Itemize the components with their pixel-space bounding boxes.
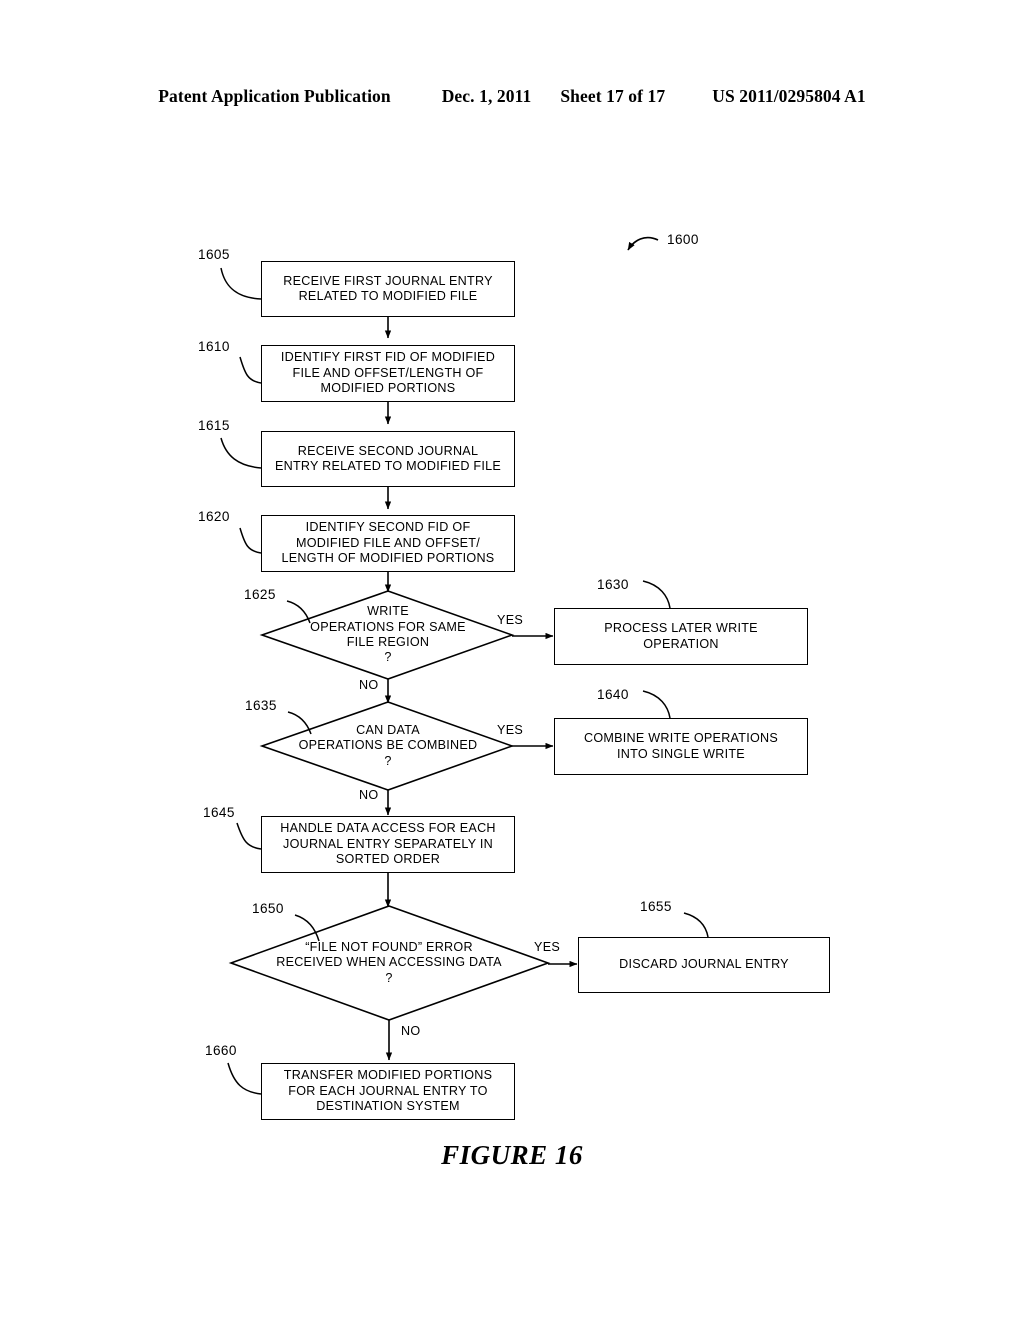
ref-numeral-1660: 1660: [205, 1043, 237, 1058]
process-box-1645[interactable]: HANDLE DATA ACCESS FOR EACH JOURNAL ENTR…: [261, 816, 515, 873]
leadline-1630: [642, 580, 671, 609]
process-box-1615-label: RECEIVE SECOND JOURNAL ENTRY RELATED TO …: [274, 443, 502, 473]
figure-caption: FIGURE 16: [441, 1140, 583, 1170]
leadline-1600-arrow: [627, 236, 659, 251]
ref-numeral-1600: 1600: [667, 232, 699, 247]
leadline-1640: [642, 690, 671, 719]
leadline-1610: [239, 356, 262, 384]
leadline-1645: [236, 822, 262, 850]
edge-label-no-1650: NO: [401, 1024, 421, 1038]
edge-label-yes-1650: YES: [534, 940, 561, 954]
leadline-1655: [683, 912, 709, 938]
process-box-1610[interactable]: IDENTIFY FIRST FID OF MODIFIED FILE AND …: [261, 345, 515, 402]
process-box-1640[interactable]: COMBINE WRITE OPERATIONS INTO SINGLE WRI…: [554, 718, 808, 775]
flowchart-connectors-layer: [220, 236, 709, 1095]
process-box-1620[interactable]: IDENTIFY SECOND FID OF MODIFIED FILE AND…: [261, 515, 515, 572]
ref-numeral-1655: 1655: [640, 899, 672, 914]
process-box-1630[interactable]: PROCESS LATER WRITE OPERATION: [554, 608, 808, 665]
flowchart-figure: RECEIVE FIRST JOURNAL ENTRY RELATED TO M…: [0, 0, 1024, 1320]
edge-label-no-1625: NO: [359, 678, 379, 692]
decision-diamond-1635[interactable]: CAN DATA OPERATIONS BE COMBINED ?: [268, 716, 508, 776]
edge-label-no-1635: NO: [359, 788, 379, 802]
ref-numeral-1620: 1620: [198, 509, 230, 524]
ref-numeral-1650: 1650: [252, 901, 284, 916]
decision-diamond-1625[interactable]: WRITE OPERATIONS FOR SAME FILE REGION ?: [278, 600, 498, 670]
decision-diamond-1635-label: CAN DATA OPERATIONS BE COMBINED ?: [298, 722, 478, 768]
ref-numeral-1625: 1625: [244, 587, 276, 602]
ref-numeral-1635: 1635: [245, 698, 277, 713]
ref-numeral-1640: 1640: [597, 687, 629, 702]
process-box-1655[interactable]: DISCARD JOURNAL ENTRY: [578, 937, 830, 993]
process-box-1640-label: COMBINE WRITE OPERATIONS INTO SINGLE WRI…: [584, 731, 778, 761]
edge-label-yes-1635: YES: [497, 723, 524, 737]
process-box-1605[interactable]: RECEIVE FIRST JOURNAL ENTRY RELATED TO M…: [261, 261, 515, 317]
ref-numeral-1615: 1615: [198, 418, 230, 433]
process-box-1610-label: IDENTIFY FIRST FID OF MODIFIED FILE AND …: [280, 350, 496, 396]
decision-diamond-1650[interactable]: “FILE NOT FOUND” ERROR RECEIVED WHEN ACC…: [250, 933, 528, 993]
process-box-1615[interactable]: RECEIVE SECOND JOURNAL ENTRY RELATED TO …: [261, 431, 515, 487]
process-box-1620-label: IDENTIFY SECOND FID OF MODIFIED FILE AND…: [281, 520, 495, 566]
ref-numeral-1630: 1630: [597, 577, 629, 592]
process-box-1605-label: RECEIVE FIRST JOURNAL ENTRY RELATED TO M…: [283, 273, 493, 303]
process-box-1655-label: DISCARD JOURNAL ENTRY: [619, 957, 789, 972]
ref-numeral-1645: 1645: [203, 805, 235, 820]
ref-numeral-1610: 1610: [198, 339, 230, 354]
process-box-1645-label: HANDLE DATA ACCESS FOR EACH JOURNAL ENTR…: [280, 821, 496, 867]
ref-numeral-1605: 1605: [198, 247, 230, 262]
decision-diamond-1625-label: WRITE OPERATIONS FOR SAME FILE REGION ?: [310, 604, 466, 665]
leadline-1660: [227, 1062, 262, 1095]
edge-label-yes-1625: YES: [497, 613, 524, 627]
leadline-1615: [220, 437, 262, 469]
process-box-1660-label: TRANSFER MODIFIED PORTIONS FOR EACH JOUR…: [283, 1068, 493, 1114]
leadline-1605: [220, 267, 262, 300]
process-box-1630-label: PROCESS LATER WRITE OPERATION: [604, 621, 758, 651]
process-box-1660[interactable]: TRANSFER MODIFIED PORTIONS FOR EACH JOUR…: [261, 1063, 515, 1120]
leadline-1620: [239, 527, 262, 554]
decision-diamond-1650-label: “FILE NOT FOUND” ERROR RECEIVED WHEN ACC…: [276, 939, 502, 985]
